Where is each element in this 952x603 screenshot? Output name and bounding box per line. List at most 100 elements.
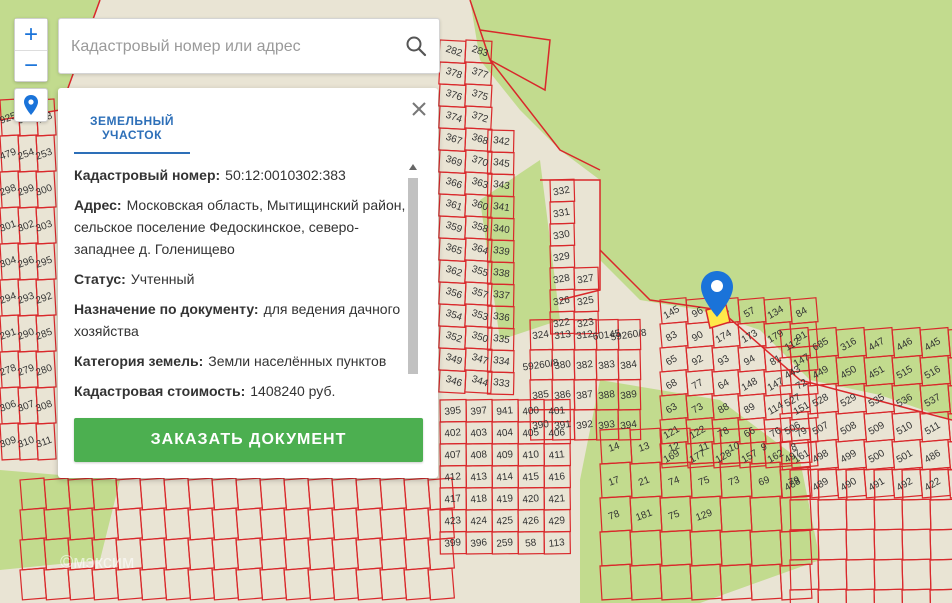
parcel-label: 498 — [811, 448, 831, 466]
parcel-label: 501 — [895, 448, 915, 466]
land-category-row: Категория земель: Земли населённых пункто… — [74, 353, 387, 369]
parcel-label: 290 — [16, 326, 36, 342]
parcel-label: 332 — [552, 185, 571, 199]
zoom-out-button[interactable]: − — [15, 50, 47, 81]
parcel-label: 295 — [34, 254, 54, 270]
order-document-button[interactable]: ЗАКАЗАТЬ ДОКУМЕНТ — [74, 418, 423, 462]
parcel-label: 350 — [470, 330, 490, 346]
parcel-outline — [427, 567, 456, 601]
parcel-outline — [307, 477, 336, 511]
parcel-label: 509 — [867, 420, 887, 438]
parcel-label: 402 — [444, 427, 462, 440]
parcel-outline — [379, 507, 408, 541]
parcel-label: 310 — [16, 434, 36, 450]
parcel-outline — [283, 567, 312, 601]
search-icon[interactable] — [405, 35, 427, 57]
parcel-label: 349 — [444, 352, 464, 368]
parcel-label: 383 — [598, 359, 616, 372]
parcel-label: 418 — [470, 493, 488, 506]
parcel-outline — [283, 477, 312, 511]
parcel-label: 370 — [470, 154, 490, 170]
parcel-outline — [259, 567, 288, 601]
parcel-label: 374 — [444, 110, 464, 126]
parcel-label: 330 — [552, 229, 571, 243]
parcel-outline — [403, 537, 432, 571]
parcel-label: 308 — [34, 398, 54, 414]
search-input[interactable] — [69, 19, 393, 75]
parcel-label: 353 — [470, 308, 490, 324]
parcel-outline — [211, 507, 240, 541]
parcel-label: 492 — [895, 476, 915, 494]
scrollbar-thumb[interactable] — [408, 178, 418, 374]
parcel-label: 278 — [0, 362, 18, 378]
parcel-label: 325 — [576, 295, 595, 309]
parcel-outline — [873, 558, 904, 591]
parcel-label: 369 — [444, 154, 464, 170]
parcel-info-card: ЗЕМЕЛЬНЫЙ УЧАСТОК Кадастровый номер: 50:1… — [58, 88, 438, 478]
parcel-outline — [817, 528, 848, 561]
parcel-label: 424 — [470, 515, 488, 528]
parcel-label: 479 — [0, 146, 18, 162]
parcel-label: 375 — [470, 88, 490, 104]
parcel-outline — [283, 537, 312, 571]
parcel-label: 423 — [444, 515, 462, 528]
parcel-label: 397 — [470, 405, 488, 418]
parcel-outline — [307, 507, 336, 541]
parcel-label: 396 — [470, 537, 488, 550]
parcel-outline — [19, 567, 48, 601]
parcel-label: 304 — [0, 254, 18, 270]
parcel-label: 414 — [496, 471, 514, 484]
zoom-control: + − — [14, 18, 48, 82]
parcel-label: 174 — [714, 328, 734, 346]
parcel-label: 259 — [496, 537, 514, 550]
parcel-outline — [817, 588, 848, 603]
parcel-outline — [187, 477, 216, 511]
parcel-label: 409 — [496, 449, 514, 462]
cadastral-number-row: Кадастровый номер: 50:12:0010302:383 — [74, 167, 346, 183]
parcel-outline — [845, 498, 876, 531]
parcel-outline — [139, 537, 168, 571]
locate-button[interactable] — [14, 88, 48, 122]
parcel-label: 499 — [839, 448, 859, 466]
parcel-outline — [139, 507, 168, 541]
parcel-outline — [115, 477, 144, 511]
parcel-outline — [67, 567, 96, 601]
parcel-outline — [259, 507, 288, 541]
parcel-outline — [259, 537, 288, 571]
parcel-label: 405 — [522, 427, 540, 440]
parcel-outline — [901, 498, 932, 531]
parcel-label: 282 — [444, 44, 464, 60]
zoom-in-button[interactable]: + — [15, 19, 47, 50]
parcel-label: 372 — [470, 110, 490, 126]
parcel-label: 403 — [470, 427, 488, 440]
parcel-label: 64 — [716, 377, 732, 392]
parcel-outline — [331, 477, 360, 511]
parcel-outline — [929, 498, 952, 531]
parcel-outline — [163, 537, 192, 571]
parcel-outline — [115, 507, 144, 541]
parcel-label: 94 — [742, 353, 758, 368]
tab-land-parcel[interactable]: ЗЕМЕЛЬНЫЙ УЧАСТОК — [74, 114, 190, 154]
parcel-label: 306 — [0, 398, 18, 414]
parcel-label: 491 — [867, 476, 887, 494]
map-marker-icon[interactable] — [701, 271, 733, 317]
parcel-outline — [845, 528, 876, 561]
parcel-label: 368 — [470, 132, 490, 148]
parcel-label: 401 — [548, 405, 566, 418]
parcel-label: 346 — [444, 374, 464, 390]
parcel-outline — [307, 567, 336, 601]
parcel-label: 296 — [16, 254, 36, 270]
parcel-label: 416 — [548, 471, 566, 484]
parcel-label: 327 — [576, 273, 595, 287]
parcel-outline — [235, 507, 264, 541]
parcel-label: 941 — [496, 405, 514, 418]
parcel-label: 83 — [664, 329, 680, 344]
parcel-label: 384 — [620, 359, 638, 372]
close-icon[interactable] — [408, 98, 430, 120]
scrollbar[interactable] — [408, 164, 418, 404]
parcel-label: 354 — [444, 308, 464, 324]
parcel-outline — [947, 466, 952, 499]
scroll-up-arrow-icon[interactable] — [409, 164, 417, 170]
parcel-label: 303 — [34, 218, 54, 234]
parcel-label: 410 — [522, 449, 540, 462]
